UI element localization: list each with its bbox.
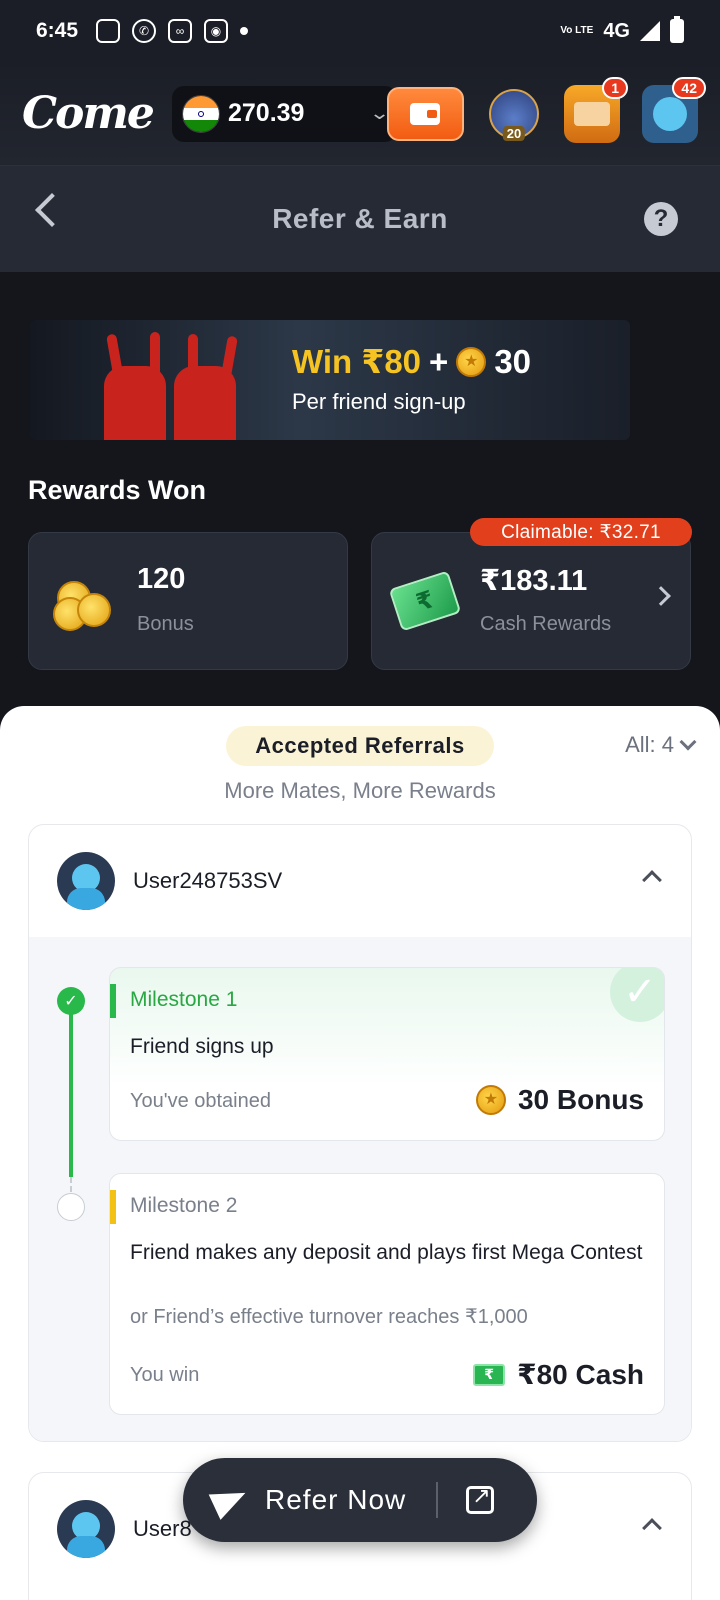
cash-rewards-card[interactable]: ₹183.11 Cash Rewards	[371, 532, 691, 670]
chevron-up-icon[interactable]	[642, 1518, 662, 1538]
status-notification-icons: ✆ ∞ ◉	[96, 19, 249, 43]
link-icon: ∞	[168, 19, 193, 43]
camera-icon: ◉	[204, 19, 229, 43]
celebrating-fans-illustration	[90, 330, 260, 440]
cash-rewards-value: ₹183.11	[480, 565, 588, 597]
refer-now-button[interactable]: Refer Now	[183, 1458, 537, 1542]
milestone-reward: 30 Bonus	[475, 1084, 644, 1116]
cash-stack-icon	[388, 570, 462, 632]
page-title: Refer & Earn	[272, 203, 448, 234]
referral-filter-dropdown[interactable]: All: 4	[625, 732, 697, 758]
milestone-reward: ₹ ₹80 Cash	[473, 1358, 644, 1391]
milestone-card: Milestone 2 Friend makes any deposit and…	[109, 1173, 665, 1415]
milestone-timeline: ✓ Milestone 1 Friend signs up You've obt…	[29, 937, 691, 1441]
help-icon[interactable]: ?	[644, 202, 678, 236]
milestone-title: Milestone 2	[130, 1194, 238, 1217]
status-bar: 6:45 ✆ ∞ ◉ Vo LTE 4G	[0, 0, 720, 62]
treasure-chest-icon	[574, 101, 610, 126]
treasure-chest-button[interactable]: 1	[564, 76, 628, 143]
milestone-status-text: You win	[130, 1364, 200, 1386]
referral-username: User248753SV	[133, 868, 283, 893]
milestone-accent-bar	[110, 1190, 116, 1224]
missed-call-icon: ✆	[132, 19, 157, 43]
chevron-down-icon: ⌄	[368, 103, 390, 123]
user-avatar	[57, 1500, 115, 1558]
pending-step-icon	[57, 1193, 85, 1221]
volte-icon: Vo LTE	[560, 25, 594, 36]
wallet-icon	[410, 102, 441, 125]
banner-cash-offer: Win ₹80	[292, 343, 422, 380]
tab-accepted-referrals[interactable]: Accepted Referrals	[226, 726, 494, 766]
status-time: 6:45	[36, 19, 79, 42]
jackpot-level: 20	[502, 125, 526, 141]
bonus-label: Bonus	[137, 613, 194, 635]
referrals-subtitle: More Mates, More Rewards	[224, 778, 496, 803]
profile-badge: 42	[672, 76, 706, 99]
india-flag-icon	[182, 94, 220, 133]
wallet-balance: 270.39	[228, 99, 305, 127]
divider	[436, 1482, 439, 1518]
banner-coin-offer: 30	[494, 342, 532, 380]
jackpot-pot-button[interactable]: 20	[486, 85, 542, 143]
gold-coins-icon	[53, 575, 113, 631]
wallet-button[interactable]	[386, 86, 465, 141]
page-titlebar: Refer & Earn ?	[0, 166, 720, 272]
milestone-description: Friend makes any deposit and plays first…	[130, 1241, 643, 1264]
completed-check-icon: ✓	[610, 968, 664, 1022]
share-icon[interactable]	[466, 1483, 495, 1514]
milestone-status-text: You've obtained	[130, 1090, 271, 1112]
signal-icon	[640, 21, 660, 41]
cash-rewards-label: Cash Rewards	[480, 613, 612, 635]
refer-promo-banner[interactable]: Win ₹80 + 30 Per friend sign-up	[30, 320, 630, 440]
app-notification-icon	[96, 19, 121, 43]
timeline-progress-line	[69, 989, 73, 1177]
app-logo[interactable]: Come	[22, 88, 155, 139]
filter-label: All: 4	[625, 732, 674, 757]
referral-username: User8	[133, 1516, 192, 1541]
refer-now-label: Refer Now	[265, 1484, 407, 1515]
milestone-accent-bar	[110, 984, 116, 1018]
chest-badge: 1	[602, 76, 628, 99]
referral-card: User248753SV ✓ Milestone 1 Friend signs …	[28, 824, 692, 1442]
back-arrow-icon[interactable]	[35, 193, 69, 227]
milestone-card: Milestone 1 Friend signs up You've obtai…	[109, 967, 665, 1141]
claimable-badge: Claimable: ₹32.71	[470, 518, 692, 546]
milestone-reward-value: 30 Bonus	[517, 1084, 644, 1115]
chevron-right-icon	[651, 586, 671, 606]
bonus-value: 120	[137, 563, 186, 595]
app-header: Come 270.39 ⌄ 20 1 42	[0, 62, 720, 166]
status-system-icons: Vo LTE 4G	[560, 16, 684, 43]
cash-note-icon: ₹	[473, 1363, 506, 1386]
milestone-description: Friend signs up	[130, 1035, 274, 1058]
battery-icon	[670, 16, 684, 43]
coin-icon	[456, 346, 487, 377]
milestone-reward-value: ₹80 Cash	[517, 1359, 644, 1390]
user-avatar	[57, 852, 115, 910]
chevron-up-icon[interactable]	[642, 870, 662, 890]
banner-text: Win ₹80 + 30 Per friend sign-up	[292, 342, 531, 415]
rewards-won-heading: Rewards Won	[28, 475, 207, 505]
referral-card-header[interactable]: User248753SV	[29, 825, 691, 937]
profile-button[interactable]: 42	[642, 76, 706, 143]
profile-avatar-icon	[652, 96, 687, 131]
checkmark-icon: ✓	[57, 987, 85, 1015]
balance-selector[interactable]: 270.39 ⌄	[172, 85, 397, 142]
paper-plane-icon	[208, 1480, 252, 1520]
banner-plus: +	[429, 342, 449, 380]
more-notifications-dot-icon	[240, 27, 249, 35]
milestone-title: Milestone 1	[130, 988, 238, 1011]
network-type: 4G	[603, 19, 630, 42]
milestone-alt-condition: or Friend’s effective turnover reaches ₹…	[130, 1306, 528, 1328]
banner-subtext: Per friend sign-up	[292, 389, 466, 414]
banner-offer: Win ₹80 + 30	[292, 342, 531, 381]
bonus-rewards-card: 120 Bonus	[28, 532, 348, 670]
coin-icon	[475, 1085, 506, 1115]
chevron-down-icon	[679, 733, 697, 751]
